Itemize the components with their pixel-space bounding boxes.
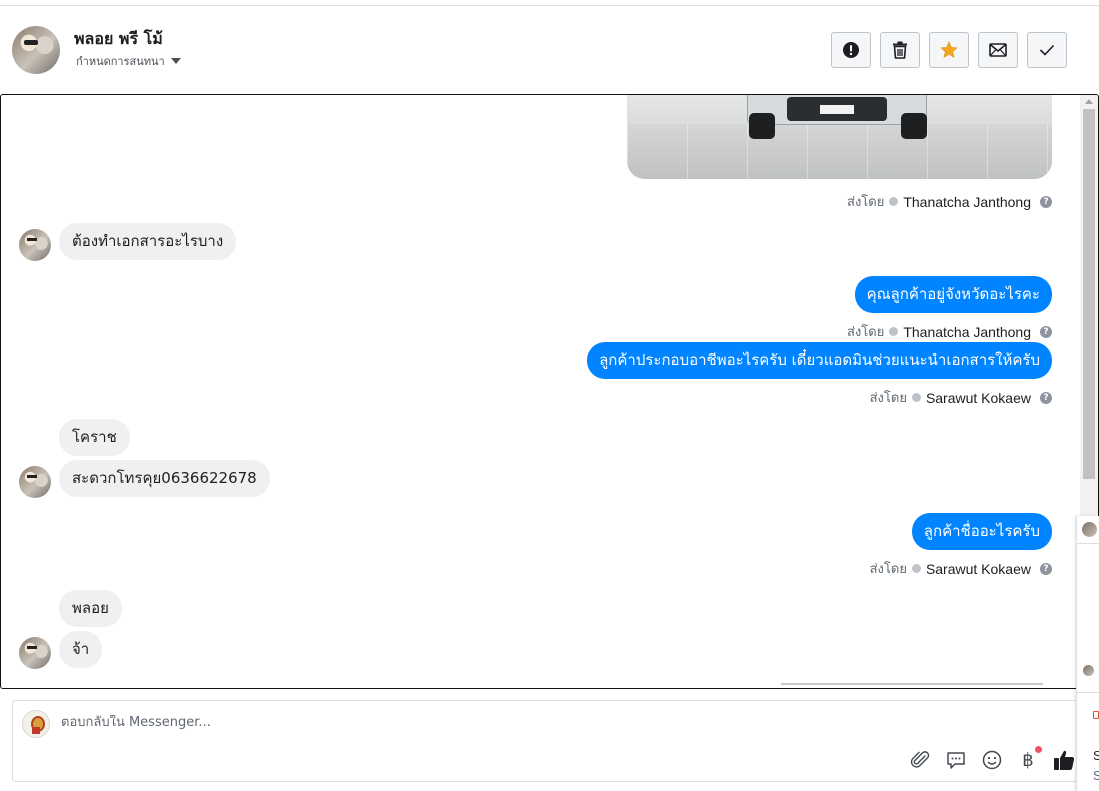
reply-composer: ฿: [12, 700, 1088, 782]
sent-by-label: ส่งโดย: [869, 391, 907, 406]
sent-by-meta: ส่งโดย Sarawut Kokaew ?: [870, 558, 1052, 579]
image-attachment[interactable]: [627, 95, 1052, 179]
message-thread[interactable]: ส่งโดย Thanatcha Janthong ? ต้องทำเอกสาร…: [0, 94, 1099, 689]
help-icon[interactable]: ?: [1040, 391, 1052, 404]
sent-check-icon: [889, 197, 899, 206]
outgoing-message[interactable]: คุณลูกค้าอยู่จังหวัดอะไรคะ: [854, 276, 1052, 313]
sent-check-icon: [889, 327, 899, 336]
sender-name: Thanatcha Janthong: [903, 323, 1031, 340]
next-attachment-peek: [781, 683, 1043, 688]
sender-name: Thanatcha Janthong: [903, 193, 1031, 210]
like-button[interactable]: [1053, 749, 1075, 771]
checkmark-icon: [1039, 44, 1055, 56]
sent-by-meta: ส่งโดย Thanatcha Janthong ?: [847, 191, 1052, 212]
incoming-message[interactable]: สะดวกโทรคุย0636622678: [59, 460, 270, 497]
payment-button[interactable]: ฿: [1017, 746, 1042, 771]
side-panel-subtext: S: [1093, 768, 1099, 783]
sent-check-icon: [911, 393, 921, 402]
sent-check-icon: [911, 564, 921, 573]
help-icon[interactable]: ?: [1040, 325, 1052, 338]
incoming-message[interactable]: จ้า: [59, 631, 103, 668]
page-avatar: [22, 710, 50, 738]
help-icon[interactable]: ?: [1040, 562, 1052, 575]
saved-replies-button[interactable]: [945, 749, 967, 771]
baht-icon: ฿: [1022, 749, 1034, 771]
contact-name[interactable]: พลอย พรี โม้: [74, 27, 163, 52]
side-panel-avatar-small: [1083, 665, 1094, 676]
notification-dot: [1035, 746, 1042, 753]
attach-button[interactable]: [909, 749, 931, 771]
outgoing-message[interactable]: ลูกค้าชื่ออะไรครับ: [911, 513, 1052, 550]
scroll-up-arrow-icon[interactable]: [1085, 99, 1093, 104]
speech-bubble-icon: [947, 752, 965, 769]
incoming-message[interactable]: ต้องทำเอกสารอะไรบาง: [59, 223, 237, 260]
side-panel-peek[interactable]: S S: [1076, 516, 1099, 791]
mark-unread-button[interactable]: [978, 32, 1018, 68]
smiley-icon: [982, 750, 1002, 770]
side-panel-header: [1077, 516, 1099, 544]
assign-conversation-dropdown[interactable]: กำหนดการสนทนา: [76, 52, 181, 70]
conversation-header: พลอย พรี โม้ กำหนดการสนทนา: [0, 6, 1099, 94]
car-wheel-left: [749, 113, 775, 139]
exclamation-icon: [843, 42, 859, 58]
outgoing-message[interactable]: ลูกค้าประกอบอาชีพอะไรครับ เดี๋ยวแอดมินช่…: [587, 342, 1052, 379]
contact-avatar-small[interactable]: [19, 637, 51, 669]
sent-by-label: ส่งโดย: [869, 562, 907, 577]
contact-avatar-small[interactable]: [19, 466, 51, 498]
star-button[interactable]: [929, 32, 969, 68]
chevron-down-icon: [170, 58, 181, 64]
side-panel-avatar[interactable]: [1082, 522, 1097, 537]
emoji-button[interactable]: [981, 749, 1003, 771]
sent-by-meta: ส่งโดย Sarawut Kokaew ?: [870, 387, 1052, 408]
mark-done-button[interactable]: [1027, 32, 1067, 68]
sent-by-label: ส่งโดย: [847, 325, 885, 340]
incoming-message[interactable]: โคราช: [59, 419, 130, 456]
assign-label: กำหนดการสนทนา: [76, 55, 165, 68]
contact-avatar-small[interactable]: [19, 229, 51, 261]
sent-by-label: ส่งโดย: [847, 195, 885, 210]
thumbs-up-icon: [1054, 750, 1075, 770]
sent-by-meta: ส่งโดย Thanatcha Janthong ?: [847, 321, 1052, 342]
image-floor: [627, 124, 1052, 179]
envelope-icon: [989, 43, 1007, 57]
scroll-thumb[interactable]: [1083, 109, 1095, 479]
help-icon[interactable]: ?: [1040, 195, 1052, 208]
car-plate: [820, 105, 854, 114]
side-panel-text: S: [1093, 748, 1099, 763]
paperclip-icon: [910, 751, 930, 768]
sender-name: Sarawut Kokaew: [925, 389, 1031, 406]
delete-button[interactable]: [880, 32, 920, 68]
action-toolbar: [831, 32, 1067, 68]
spam-button[interactable]: [831, 32, 871, 68]
reply-input[interactable]: [61, 715, 661, 730]
side-panel-divider: [1077, 692, 1099, 693]
car-wheel-right: [901, 113, 927, 139]
composer-tools: ฿: [909, 746, 1075, 771]
trash-icon: [893, 41, 907, 59]
incoming-message[interactable]: พลอย: [59, 590, 122, 627]
contact-avatar[interactable]: [12, 26, 60, 74]
sender-name: Sarawut Kokaew: [925, 560, 1031, 577]
side-panel-icon: [1093, 711, 1099, 719]
star-icon: [940, 41, 958, 58]
